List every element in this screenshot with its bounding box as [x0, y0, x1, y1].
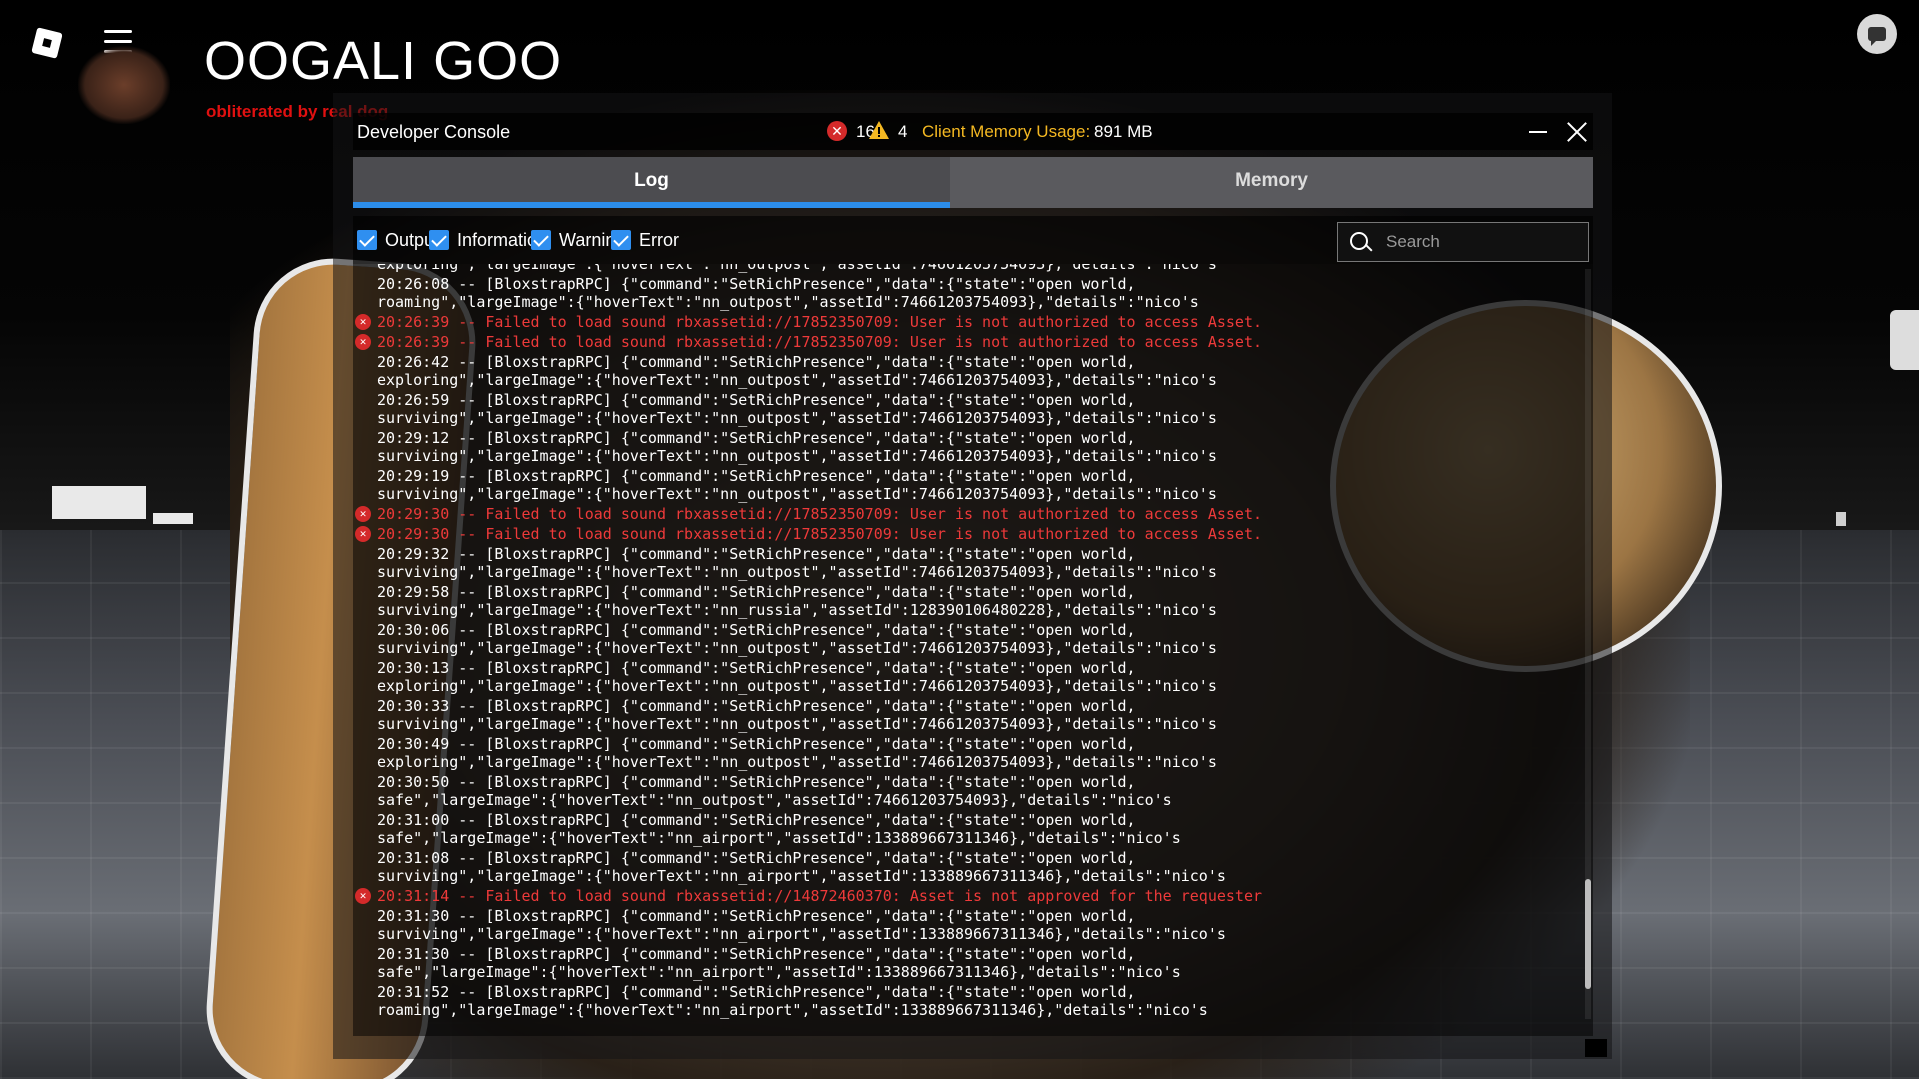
scene-block: [1890, 310, 1919, 370]
log-entry-text: 20:30:50 -- [BloxstrapRPC] {"command":"S…: [377, 773, 1172, 809]
log-entry-text: 20:26:42 -- [BloxstrapRPC] {"command":"S…: [377, 353, 1217, 389]
warning-count: 4: [898, 122, 908, 141]
search-box[interactable]: [1337, 222, 1589, 262]
log-entry: 20:31:08 -- [BloxstrapRPC] {"command":"S…: [353, 849, 1568, 885]
log-entry: 20:30:50 -- [BloxstrapRPC] {"command":"S…: [353, 773, 1568, 809]
log-entry: 20:30:13 -- [BloxstrapRPC] {"command":"S…: [353, 659, 1568, 695]
log-entry: 20:31:00 -- [BloxstrapRPC] {"command":"S…: [353, 811, 1568, 847]
log-filters: Output Information Warning Error: [353, 216, 1593, 264]
game-title: OOGALI GOO: [204, 31, 563, 91]
log-entry-error: ✕ 20:31:14 -- Failed to load sound rbxass…: [353, 887, 1568, 905]
log-entry: 20:29:19 -- [BloxstrapRPC] {"command":"S…: [353, 467, 1568, 503]
filter-information[interactable]: Information: [429, 229, 547, 251]
log-entry-text: 20:31:00 -- [BloxstrapRPC] {"command":"S…: [377, 811, 1181, 847]
search-icon: [1350, 232, 1368, 250]
console-titlebar[interactable]: Developer Console ✕ 16 4 Client Memory U…: [353, 113, 1593, 150]
warning-icon: [869, 121, 889, 139]
filter-error[interactable]: Error: [611, 229, 679, 251]
memory-usage-label: Client Memory Usage:: [922, 122, 1091, 141]
resize-handle[interactable]: [1585, 1039, 1607, 1057]
log-entry-text: 20:30:49 -- [BloxstrapRPC] {"command":"S…: [377, 735, 1217, 771]
search-input[interactable]: [1384, 228, 1583, 256]
log-entry-text: 20:29:30 -- Failed to load sound rbxasse…: [377, 525, 1263, 543]
log-entry-error: ✕ 20:29:30 -- Failed to load sound rbxass…: [353, 525, 1568, 543]
log-entry-text: 20:29:19 -- [BloxstrapRPC] {"command":"S…: [377, 467, 1217, 503]
scene-block: [52, 486, 146, 519]
log-entry: 20:26:42 -- [BloxstrapRPC] {"command":"S…: [353, 353, 1568, 389]
log-entry-text: 20:30:13 -- [BloxstrapRPC] {"command":"S…: [377, 659, 1217, 695]
log-entry-text: 20:26:59 -- [BloxstrapRPC] {"command":"S…: [377, 391, 1217, 427]
minimize-icon[interactable]: [1529, 131, 1547, 133]
checkbox-checked-icon[interactable]: [357, 230, 377, 250]
log-entry-error: ✕ 20:29:30 -- Failed to load sound rbxass…: [353, 505, 1568, 523]
log-entry-text: 20:31:30 -- [BloxstrapRPC] {"command":"S…: [377, 907, 1226, 943]
log-entry-text: 20:31:30 -- [BloxstrapRPC] {"command":"S…: [377, 945, 1181, 981]
tab-log[interactable]: Log: [353, 157, 950, 208]
filter-output[interactable]: Output: [357, 229, 439, 251]
log-entry-error: ✕ 20:26:39 -- Failed to load sound rbxass…: [353, 333, 1568, 351]
log-scrollbar[interactable]: [1585, 269, 1591, 1019]
log-entry: 20:30:06 -- [BloxstrapRPC] {"command":"S…: [353, 621, 1568, 657]
log-entry-text: exploring","largeImage":{"hoverText":"nn…: [377, 264, 1217, 273]
log-entry-text: 20:26:39 -- Failed to load sound rbxasse…: [377, 333, 1263, 351]
filter-label: Error: [639, 229, 679, 250]
log-entry-text: 20:31:14 -- Failed to load sound rbxasse…: [377, 887, 1263, 905]
console-tabs: Log Memory: [353, 157, 1593, 208]
scene-block: [153, 513, 193, 524]
log-entry: 20:29:58 -- [BloxstrapRPC] {"command":"S…: [353, 583, 1568, 619]
distant-player: [1836, 512, 1846, 526]
log-entry-error: ✕ 20:26:39 -- Failed to load sound rbxass…: [353, 313, 1568, 331]
error-icon: ✕: [355, 314, 371, 330]
log-entry: exploring","largeImage":{"hoverText":"nn…: [353, 264, 1568, 273]
avatar: [78, 46, 170, 124]
checkbox-checked-icon[interactable]: [429, 230, 449, 250]
log-entry-text: 20:31:08 -- [BloxstrapRPC] {"command":"S…: [377, 849, 1226, 885]
log-entry: 20:30:49 -- [BloxstrapRPC] {"command":"S…: [353, 735, 1568, 771]
scrollbar-thumb[interactable]: [1585, 879, 1591, 989]
log-entry: 20:31:52 -- [BloxstrapRPC] {"command":"S…: [353, 983, 1568, 1019]
error-icon: ✕: [355, 526, 371, 542]
log-entry-text: 20:29:30 -- Failed to load sound rbxasse…: [377, 505, 1263, 523]
tab-memory[interactable]: Memory: [950, 157, 1593, 208]
log-entry: 20:26:59 -- [BloxstrapRPC] {"command":"S…: [353, 391, 1568, 427]
close-icon[interactable]: [1566, 121, 1588, 143]
log-entry: 20:30:33 -- [BloxstrapRPC] {"command":"S…: [353, 697, 1568, 733]
memory-usage-value: 891 MB: [1094, 122, 1153, 141]
developer-console[interactable]: Developer Console ✕ 16 4 Client Memory U…: [333, 93, 1612, 1059]
log-entry-text: 20:29:32 -- [BloxstrapRPC] {"command":"S…: [377, 545, 1217, 581]
log-entry-text: 20:26:08 -- [BloxstrapRPC] {"command":"S…: [377, 275, 1199, 311]
log-entry-text: 20:30:33 -- [BloxstrapRPC] {"command":"S…: [377, 697, 1217, 733]
log-entry-text: 20:29:12 -- [BloxstrapRPC] {"command":"S…: [377, 429, 1217, 465]
error-count-icon: ✕: [827, 121, 847, 141]
log-output[interactable]: exploring","largeImage":{"hoverText":"nn…: [353, 264, 1593, 1036]
error-icon: ✕: [355, 506, 371, 522]
log-entry-text: 20:26:39 -- Failed to load sound rbxasse…: [377, 313, 1263, 331]
log-entry-text: 20:30:06 -- [BloxstrapRPC] {"command":"S…: [377, 621, 1217, 657]
console-title: Developer Console: [357, 122, 511, 142]
error-icon: ✕: [355, 888, 371, 904]
checkbox-checked-icon[interactable]: [611, 230, 631, 250]
error-icon: ✕: [355, 334, 371, 350]
log-entry-text: 20:29:58 -- [BloxstrapRPC] {"command":"S…: [377, 583, 1217, 619]
log-entry: 20:26:08 -- [BloxstrapRPC] {"command":"S…: [353, 275, 1568, 311]
log-list: exploring","largeImage":{"hoverText":"nn…: [353, 264, 1568, 1021]
chat-button[interactable]: [1857, 14, 1897, 54]
log-entry: 20:31:30 -- [BloxstrapRPC] {"command":"S…: [353, 907, 1568, 943]
log-entry: 20:31:30 -- [BloxstrapRPC] {"command":"S…: [353, 945, 1568, 981]
log-entry: 20:29:32 -- [BloxstrapRPC] {"command":"S…: [353, 545, 1568, 581]
chat-icon: [1868, 27, 1886, 46]
log-entry: 20:29:12 -- [BloxstrapRPC] {"command":"S…: [353, 429, 1568, 465]
log-entry-text: 20:31:52 -- [BloxstrapRPC] {"command":"S…: [377, 983, 1208, 1019]
checkbox-checked-icon[interactable]: [531, 230, 551, 250]
